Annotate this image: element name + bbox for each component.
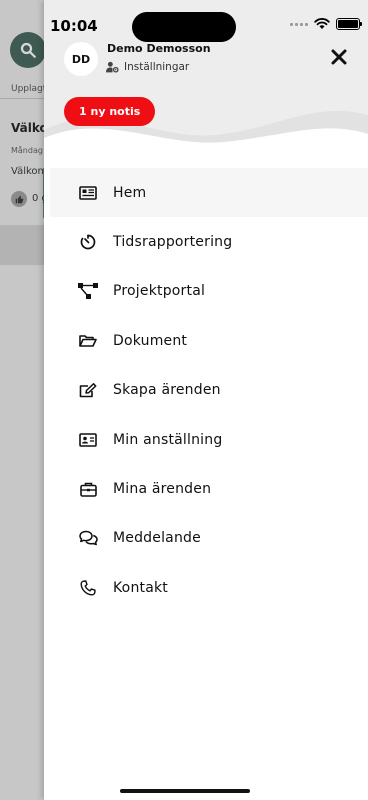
- wifi-icon: [314, 18, 330, 29]
- thumbs-up-icon: [15, 195, 23, 203]
- menu-label: Tidsrapportering: [113, 234, 233, 251]
- home-indicator: [120, 789, 250, 793]
- search-icon: [20, 42, 36, 58]
- like-button[interactable]: [11, 191, 27, 207]
- menu-label: Meddelande: [113, 530, 201, 547]
- menu-label: Projektportal: [113, 283, 206, 300]
- id-card-icon: [78, 430, 98, 450]
- status-icons: [290, 18, 362, 30]
- drawer-menu: Hem Tidsrapportering Projektportal Dokum…: [50, 168, 368, 613]
- chat-icon: [78, 528, 98, 548]
- newspaper-icon: [78, 183, 98, 203]
- menu-label: Skapa ärenden: [113, 382, 221, 399]
- menu-label: Dokument: [113, 332, 188, 349]
- menu-item-min-anstallning[interactable]: Min anställning: [50, 415, 368, 464]
- phone-icon: [78, 578, 98, 598]
- menu-item-skapa-arenden[interactable]: Skapa ärenden: [50, 366, 368, 415]
- folder-open-icon: [78, 331, 98, 351]
- status-time: 10:04: [50, 17, 98, 35]
- menu-item-hem[interactable]: Hem: [50, 168, 368, 218]
- timer-icon: [78, 232, 98, 252]
- background-card-text: Välkom: [11, 166, 48, 177]
- cellular-signal-icon: [290, 22, 308, 26]
- background-card-date: Måndag: [11, 146, 43, 155]
- user-name: Demo Demosson: [107, 42, 211, 55]
- dynamic-island: [132, 12, 236, 42]
- menu-item-mina-arenden[interactable]: Mina ärenden: [50, 464, 368, 513]
- background-upplagt-text: Upplagt: [11, 84, 47, 94]
- sitemap-icon: [78, 281, 98, 301]
- menu-label: Mina ärenden: [113, 481, 212, 498]
- settings-link[interactable]: Inställningar: [106, 61, 189, 73]
- user-cog-icon: [106, 61, 119, 73]
- menu-item-kontakt[interactable]: Kontakt: [50, 563, 368, 612]
- notification-badge[interactable]: 1 ny notis: [64, 97, 156, 126]
- menu-item-projektportal[interactable]: Projektportal: [50, 267, 368, 316]
- settings-label: Inställningar: [124, 61, 190, 73]
- close-icon: [331, 49, 347, 65]
- menu-label: Min anställning: [113, 431, 223, 448]
- background-card-title: Välko: [11, 121, 48, 135]
- menu-item-meddelande[interactable]: Meddelande: [50, 514, 368, 563]
- menu-item-dokument[interactable]: Dokument: [50, 316, 368, 365]
- navigation-drawer: 10:04 DD Demo Demosson Inställningar 1 n…: [44, 0, 368, 800]
- briefcase-icon: [78, 479, 98, 499]
- battery-icon: [336, 18, 362, 30]
- menu-label: Kontakt: [113, 579, 168, 596]
- avatar[interactable]: DD: [64, 42, 98, 76]
- menu-item-tidsrapportering[interactable]: Tidsrapportering: [50, 217, 368, 266]
- menu-label: Hem: [113, 184, 147, 201]
- close-button[interactable]: [328, 46, 350, 68]
- search-button[interactable]: [10, 32, 46, 68]
- edit-icon: [78, 380, 98, 400]
